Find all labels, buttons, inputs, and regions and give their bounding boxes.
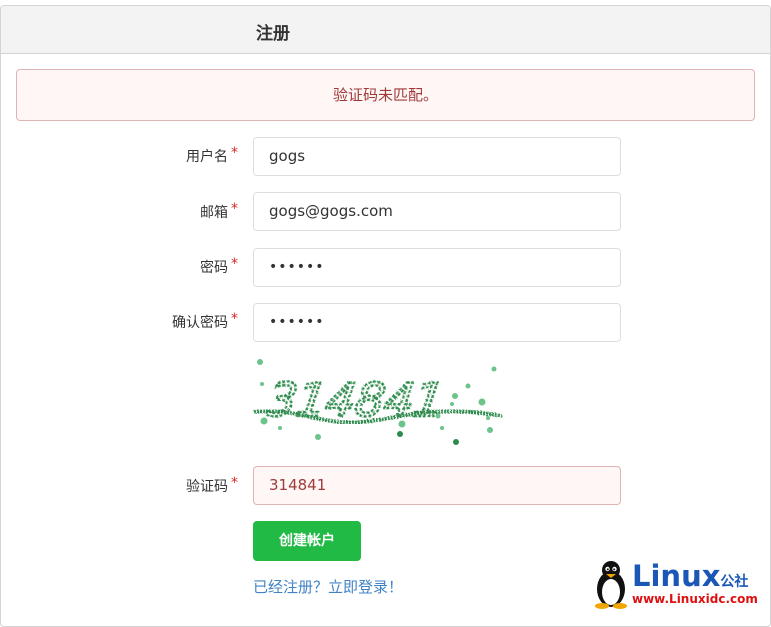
- username-label-row: 用户名 *: [0, 145, 238, 166]
- required-mark: *: [231, 311, 238, 327]
- password-label: 密码: [200, 260, 228, 276]
- captcha-input[interactable]: 314841: [253, 466, 621, 505]
- captcha-label-row: 验证码 *: [0, 475, 238, 496]
- confirm-password-label-row: 确认密码 *: [0, 311, 238, 332]
- page-title: 注册: [256, 24, 290, 44]
- captcha-image[interactable]: 314841: [252, 356, 507, 446]
- username-label: 用户名: [186, 149, 228, 165]
- watermark-brand: Linux公社: [632, 559, 748, 593]
- required-mark: *: [231, 256, 238, 272]
- captcha-text: 314841: [264, 373, 447, 427]
- card-header: 注册: [1, 6, 770, 54]
- captcha-label: 验证码: [186, 479, 228, 495]
- confirm-password-input[interactable]: ••••••: [253, 303, 621, 342]
- required-mark: *: [231, 145, 238, 161]
- watermark-brand-name: Linux: [632, 559, 721, 593]
- password-input[interactable]: ••••••: [253, 248, 621, 287]
- error-alert: 验证码未匹配。: [16, 69, 755, 121]
- linuxidc-watermark: Linux公社 www.Linuxidc.com: [592, 559, 767, 611]
- username-input[interactable]: gogs: [253, 137, 621, 176]
- email-input[interactable]: gogs@gogs.com: [253, 192, 621, 231]
- penguin-icon: [595, 561, 627, 609]
- create-account-button[interactable]: 创建帐户: [253, 521, 361, 561]
- error-message: 验证码未匹配。: [332, 86, 438, 104]
- password-label-row: 密码 *: [0, 256, 238, 277]
- required-mark: *: [231, 475, 238, 491]
- watermark-url: www.Linuxidc.com: [632, 592, 758, 606]
- email-label: 邮箱: [200, 205, 228, 221]
- email-label-row: 邮箱 *: [0, 201, 238, 222]
- watermark-brand-suffix: 公社: [720, 574, 749, 590]
- login-link[interactable]: 已经注册？立即登录！: [253, 576, 403, 597]
- required-mark: *: [231, 201, 238, 217]
- confirm-password-label: 确认密码: [172, 315, 228, 331]
